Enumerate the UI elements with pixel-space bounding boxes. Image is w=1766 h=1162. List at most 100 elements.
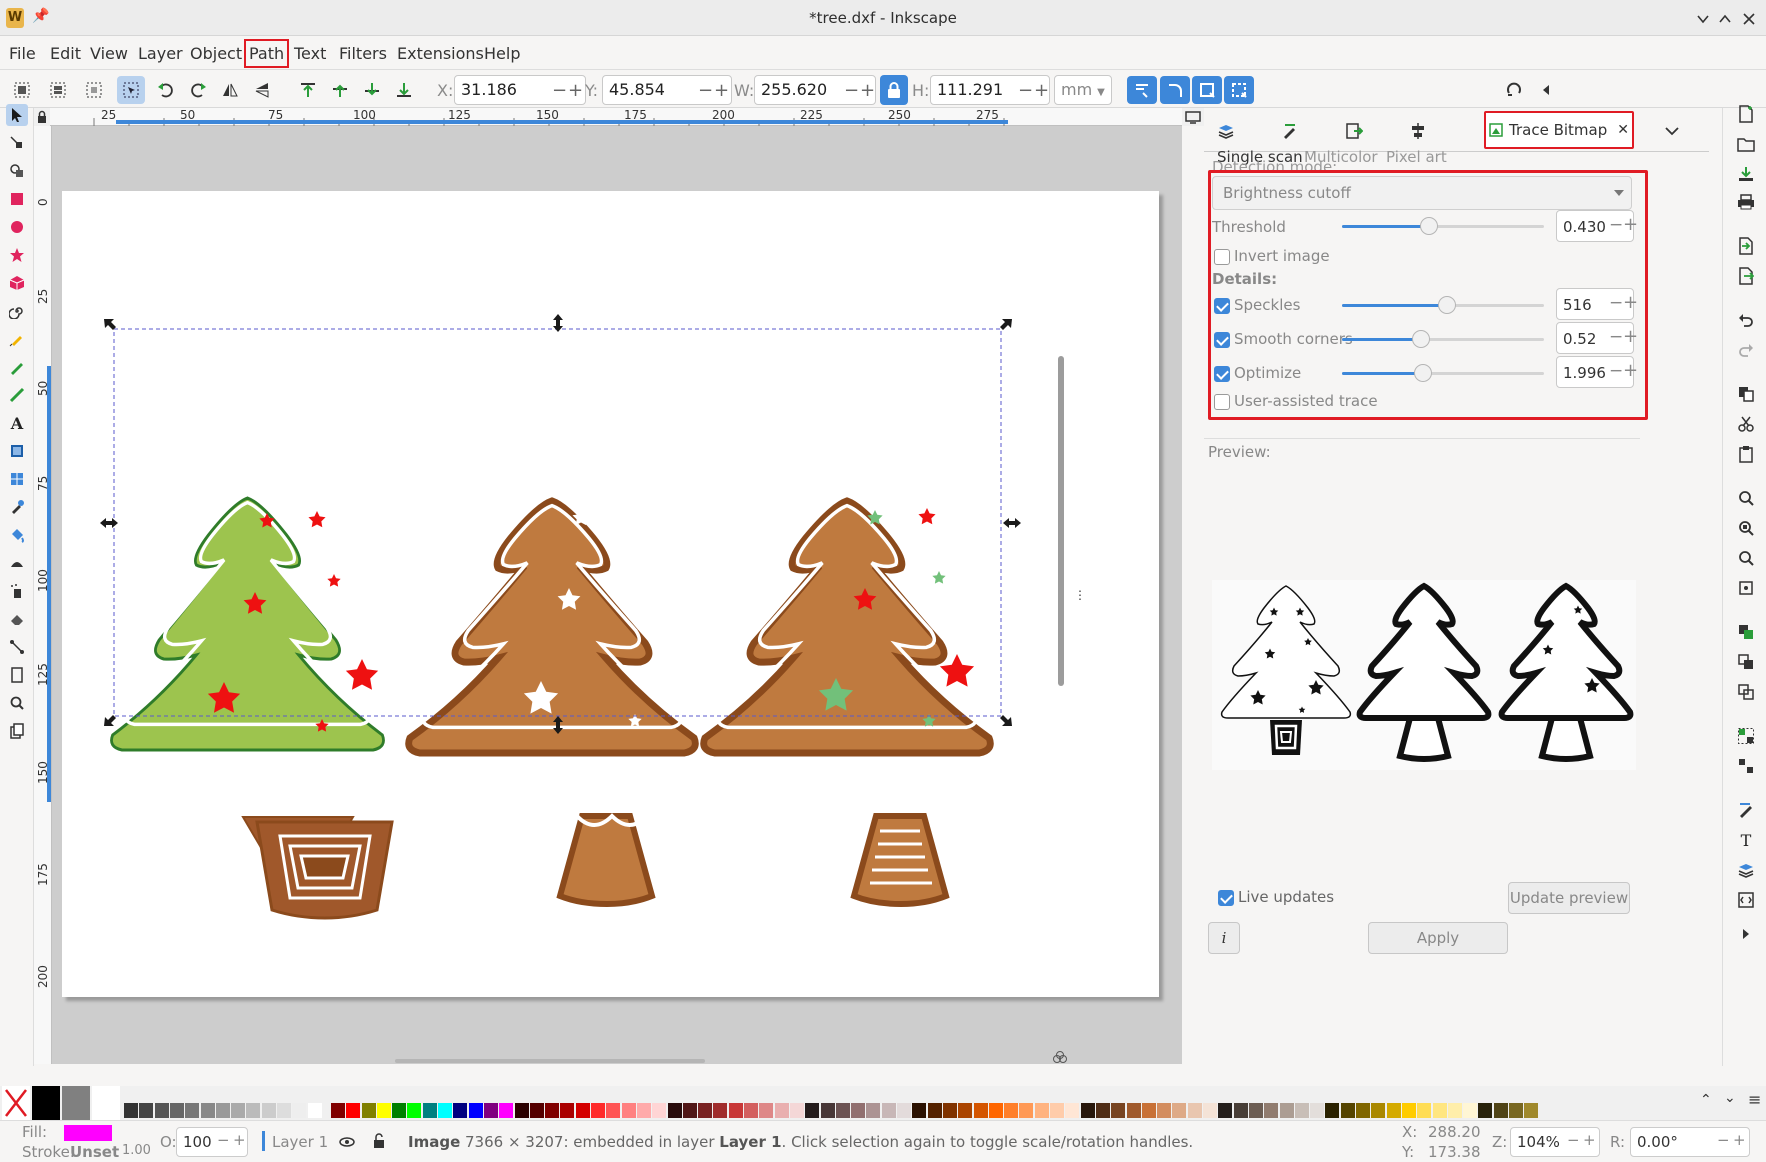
palette-swatch[interactable] (820, 1103, 835, 1118)
select-all-icon[interactable] (8, 76, 36, 104)
no-paint-swatch[interactable] (2, 1086, 30, 1120)
fill-stroke-tab-icon[interactable] (1268, 116, 1312, 146)
palette-swatch[interactable] (483, 1103, 498, 1118)
palette-swatch[interactable] (1157, 1103, 1172, 1118)
smooth-corners-spinbox[interactable]: 0.52− + (1556, 322, 1638, 354)
menu-text[interactable]: Text (294, 44, 326, 63)
speckles-increment-icon[interactable]: + (1623, 292, 1638, 313)
speckles-decrement-icon[interactable]: − (1609, 293, 1623, 313)
drawing[interactable] (52, 126, 1182, 1064)
horizontal-scrollbar[interactable] (395, 1059, 705, 1063)
flip-vertical-icon[interactable] (248, 76, 276, 104)
palette-scroll-down-icon[interactable]: ⌄ (1724, 1090, 1736, 1106)
palette-swatch[interactable] (1371, 1103, 1386, 1118)
apply-button[interactable]: Apply (1368, 922, 1508, 954)
palette-swatch[interactable] (231, 1103, 246, 1118)
palette-swatch[interactable] (1279, 1103, 1294, 1118)
palette-swatch[interactable] (1509, 1103, 1523, 1118)
flip-horizontal-icon[interactable] (216, 76, 244, 104)
palette-swatch[interactable] (606, 1103, 621, 1118)
text-tool-icon[interactable]: A (6, 412, 28, 434)
align-tab-icon[interactable] (1396, 116, 1440, 146)
palette-swatch[interactable] (1463, 1103, 1478, 1118)
color-manage-icon[interactable] (1052, 1050, 1070, 1066)
threshold-decrement-icon[interactable]: − (1609, 215, 1623, 235)
x-decrement-icon[interactable]: − (552, 80, 567, 101)
palette-swatch[interactable] (667, 1103, 682, 1118)
info-button[interactable]: i (1208, 922, 1240, 954)
opacity-increment-icon[interactable]: + (233, 1131, 246, 1149)
speckles-slider[interactable] (1342, 295, 1544, 315)
palette-swatch[interactable] (575, 1103, 590, 1118)
palette-swatch[interactable] (942, 1103, 957, 1118)
w-decrement-icon[interactable]: − (844, 80, 859, 101)
palette-swatch[interactable] (215, 1103, 230, 1118)
palette-swatch[interactable] (713, 1103, 728, 1118)
palette-swatch[interactable] (774, 1103, 789, 1118)
copy-icon[interactable] (1736, 384, 1756, 404)
menu-object[interactable]: Object (190, 44, 242, 63)
palette-swatch[interactable] (1493, 1103, 1508, 1118)
zoom-drawing-icon[interactable] (1736, 518, 1756, 538)
palette-swatch[interactable] (422, 1103, 437, 1118)
layers-icon[interactable] (1736, 860, 1756, 880)
group-icon[interactable] (1736, 726, 1756, 746)
detection-mode-select[interactable]: Brightness cutoff (1212, 176, 1632, 210)
unlink-clone-icon[interactable] (1736, 682, 1756, 702)
commands-collapse-icon[interactable] (1532, 76, 1560, 104)
menu-edit[interactable]: Edit (50, 44, 81, 63)
palette-swatch[interactable] (346, 1103, 361, 1118)
zoom-field[interactable]: 104% − + (1510, 1127, 1600, 1157)
palette-swatch[interactable] (560, 1103, 575, 1118)
transform-pattern-icon[interactable] (1224, 76, 1254, 104)
palette-swatch[interactable] (1080, 1103, 1095, 1118)
raise-icon[interactable] (326, 76, 354, 104)
3d-box-tool-icon[interactable] (6, 272, 28, 294)
palette-swatch[interactable] (307, 1103, 322, 1118)
undo-icon[interactable] (1736, 310, 1756, 330)
connector-tool-icon[interactable] (6, 636, 28, 658)
smooth-decrement-icon[interactable]: − (1609, 327, 1623, 347)
gradient-tool-icon[interactable] (6, 440, 28, 462)
palette-swatch[interactable] (1187, 1103, 1202, 1118)
y-increment-icon[interactable]: + (714, 80, 729, 101)
paste-icon[interactable] (1736, 444, 1756, 464)
rotate-cw-icon[interactable] (184, 76, 212, 104)
optimize-checkbox[interactable] (1214, 366, 1230, 382)
more-commands-icon[interactable] (1736, 924, 1756, 944)
palette-swatch[interactable] (789, 1103, 804, 1118)
palette-swatch[interactable] (621, 1103, 636, 1118)
zoom-selection-icon[interactable] (1736, 488, 1756, 508)
update-preview-button[interactable]: Update preview (1508, 882, 1630, 914)
palette-swatch[interactable] (1004, 1103, 1019, 1118)
gingerbread-tree-colored[interactable] (704, 501, 991, 908)
palette-swatch[interactable] (376, 1103, 391, 1118)
palette-swatch[interactable] (1447, 1103, 1462, 1118)
canvas[interactable] (52, 126, 1182, 1064)
zoom-fit-icon[interactable] (1736, 578, 1756, 598)
text-font-icon[interactable]: T (1736, 830, 1756, 850)
dropper-tool-icon[interactable] (6, 496, 28, 518)
node-tool-icon[interactable] (6, 132, 28, 154)
pen-tool-icon[interactable] (6, 328, 28, 350)
transform-gradient-icon[interactable] (1192, 76, 1222, 104)
palette-swatch[interactable] (927, 1103, 942, 1118)
palette-swatch[interactable] (682, 1103, 697, 1118)
layers-tab-icon[interactable] (1204, 116, 1248, 146)
white-swatch[interactable] (92, 1086, 120, 1120)
shape-builder-icon[interactable] (6, 160, 28, 182)
minimize-icon[interactable] (1696, 12, 1710, 26)
menu-layer[interactable]: Layer (138, 44, 183, 63)
select-all-layers-icon[interactable] (44, 76, 72, 104)
palette-swatch[interactable] (1233, 1103, 1248, 1118)
palette-swatch[interactable] (744, 1103, 758, 1118)
palette-swatch[interactable] (1034, 1103, 1049, 1118)
palette-swatch[interactable] (728, 1103, 743, 1118)
scale-radii-icon[interactable] (1160, 76, 1190, 104)
menu-path[interactable]: Path (243, 39, 290, 68)
palette-swatch[interactable] (1478, 1103, 1493, 1118)
rotate-ccw-icon[interactable] (152, 76, 180, 104)
smooth-corners-slider[interactable] (1342, 329, 1544, 349)
palette-swatch[interactable] (866, 1103, 881, 1118)
vertical-scrollbar[interactable] (1058, 356, 1064, 686)
